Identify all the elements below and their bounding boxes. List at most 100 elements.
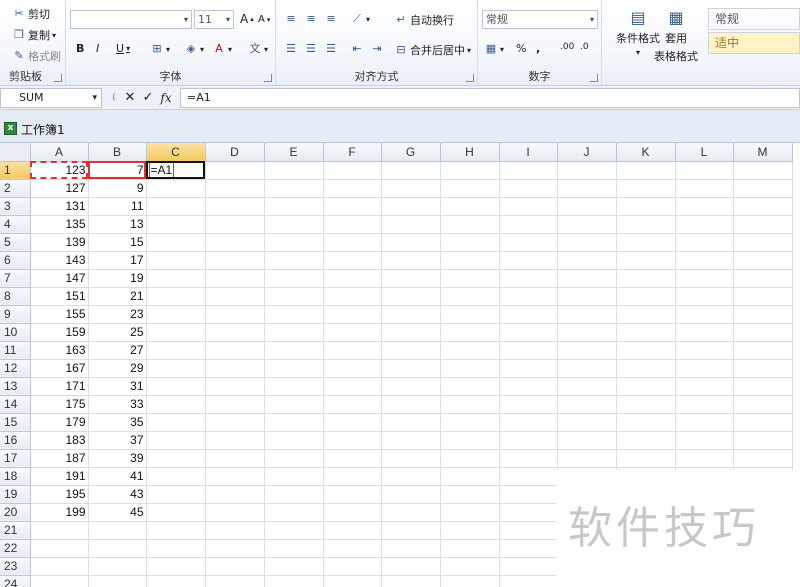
shrink-font-button[interactable]: A ▾ bbox=[258, 14, 270, 25]
cell-a10[interactable]: 159 bbox=[30, 323, 89, 342]
cell-g21[interactable] bbox=[381, 521, 441, 540]
cell-j17[interactable] bbox=[557, 449, 617, 468]
cell-i5[interactable] bbox=[499, 233, 558, 252]
cell-c12[interactable] bbox=[146, 359, 206, 378]
align-center-button[interactable]: ☰ bbox=[304, 42, 318, 56]
cell-f6[interactable] bbox=[323, 251, 382, 270]
cell-g1[interactable] bbox=[381, 161, 441, 180]
cell-e1[interactable] bbox=[264, 161, 324, 180]
cell-f3[interactable] bbox=[323, 197, 382, 216]
cell-d5[interactable] bbox=[205, 233, 265, 252]
cell-h14[interactable] bbox=[440, 395, 500, 414]
bold-button[interactable]: B bbox=[76, 42, 84, 55]
orientation-button[interactable]: ⟋ ▾ bbox=[350, 12, 370, 26]
cell-d13[interactable] bbox=[205, 377, 265, 396]
cell-a9[interactable]: 155 bbox=[30, 305, 89, 324]
cell-c9[interactable] bbox=[146, 305, 206, 324]
name-box[interactable]: SUM ▾ bbox=[0, 88, 102, 108]
cell-l9[interactable] bbox=[675, 305, 734, 324]
cell-e9[interactable] bbox=[264, 305, 324, 324]
cell-f12[interactable] bbox=[323, 359, 382, 378]
cell-k4[interactable] bbox=[616, 215, 676, 234]
cell-h13[interactable] bbox=[440, 377, 500, 396]
cell-e22[interactable] bbox=[264, 539, 324, 558]
cell-e12[interactable] bbox=[264, 359, 324, 378]
cell-d3[interactable] bbox=[205, 197, 265, 216]
cell-m10[interactable] bbox=[733, 323, 793, 342]
cell-a2[interactable]: 127 bbox=[30, 179, 89, 198]
cell-g11[interactable] bbox=[381, 341, 441, 360]
row-header-21[interactable]: 21 bbox=[0, 521, 31, 540]
cell-b9[interactable]: 23 bbox=[88, 305, 147, 324]
cell-g24[interactable] bbox=[381, 575, 441, 587]
cell-i18[interactable] bbox=[499, 467, 558, 486]
row-header-14[interactable]: 14 bbox=[0, 395, 31, 414]
cell-b18[interactable]: 41 bbox=[88, 467, 147, 486]
cell-c1[interactable]: =A1 bbox=[146, 161, 206, 180]
cell-m1[interactable] bbox=[733, 161, 793, 180]
cell-a23[interactable] bbox=[30, 557, 89, 576]
cell-i17[interactable] bbox=[499, 449, 558, 468]
alignment-launcher-icon[interactable] bbox=[466, 74, 474, 82]
cell-a15[interactable]: 179 bbox=[30, 413, 89, 432]
row-header-18[interactable]: 18 bbox=[0, 467, 31, 486]
cell-i24[interactable] bbox=[499, 575, 558, 587]
copy-button[interactable]: ❐ 复制 ▾ bbox=[12, 27, 56, 43]
cell-h23[interactable] bbox=[440, 557, 500, 576]
cell-d12[interactable] bbox=[205, 359, 265, 378]
fill-color-button[interactable]: ◈ ▾ bbox=[184, 42, 204, 56]
font-color-button[interactable]: A ▾ bbox=[212, 42, 232, 56]
row-header-15[interactable]: 15 bbox=[0, 413, 31, 432]
cell-a6[interactable]: 143 bbox=[30, 251, 89, 270]
cell-g14[interactable] bbox=[381, 395, 441, 414]
style-neutral[interactable]: 适中 bbox=[708, 32, 800, 54]
cell-c4[interactable] bbox=[146, 215, 206, 234]
number-format-combo[interactable]: 常规 ▾ bbox=[482, 10, 598, 29]
cell-b16[interactable]: 37 bbox=[88, 431, 147, 450]
cell-i20[interactable] bbox=[499, 503, 558, 522]
cell-a4[interactable]: 135 bbox=[30, 215, 89, 234]
cell-j1[interactable] bbox=[557, 161, 617, 180]
formula-input[interactable]: =A1 bbox=[180, 88, 800, 108]
cell-c16[interactable] bbox=[146, 431, 206, 450]
cell-f21[interactable] bbox=[323, 521, 382, 540]
cell-e8[interactable] bbox=[264, 287, 324, 306]
cell-l14[interactable] bbox=[675, 395, 734, 414]
cell-f19[interactable] bbox=[323, 485, 382, 504]
cell-j4[interactable] bbox=[557, 215, 617, 234]
cell-d20[interactable] bbox=[205, 503, 265, 522]
cell-e6[interactable] bbox=[264, 251, 324, 270]
cell-m16[interactable] bbox=[733, 431, 793, 450]
align-top-button[interactable]: ≡ bbox=[284, 12, 298, 26]
cell-g22[interactable] bbox=[381, 539, 441, 558]
cell-c13[interactable] bbox=[146, 377, 206, 396]
cell-i19[interactable] bbox=[499, 485, 558, 504]
cell-g8[interactable] bbox=[381, 287, 441, 306]
cell-i21[interactable] bbox=[499, 521, 558, 540]
align-middle-button[interactable]: ≡ bbox=[304, 12, 318, 26]
cell-l1[interactable] bbox=[675, 161, 734, 180]
cell-e18[interactable] bbox=[264, 467, 324, 486]
cell-l6[interactable] bbox=[675, 251, 734, 270]
column-header-c[interactable]: C bbox=[146, 143, 206, 162]
column-header-f[interactable]: F bbox=[323, 143, 382, 162]
cell-g7[interactable] bbox=[381, 269, 441, 288]
row-header-12[interactable]: 12 bbox=[0, 359, 31, 378]
row-header-22[interactable]: 22 bbox=[0, 539, 31, 558]
cell-c10[interactable] bbox=[146, 323, 206, 342]
cell-l5[interactable] bbox=[675, 233, 734, 252]
cell-b19[interactable]: 43 bbox=[88, 485, 147, 504]
cell-i15[interactable] bbox=[499, 413, 558, 432]
cell-f11[interactable] bbox=[323, 341, 382, 360]
row-header-13[interactable]: 13 bbox=[0, 377, 31, 396]
cell-c15[interactable] bbox=[146, 413, 206, 432]
cell-e3[interactable] bbox=[264, 197, 324, 216]
cell-i4[interactable] bbox=[499, 215, 558, 234]
cell-m3[interactable] bbox=[733, 197, 793, 216]
cell-b14[interactable]: 33 bbox=[88, 395, 147, 414]
cell-m6[interactable] bbox=[733, 251, 793, 270]
cell-l3[interactable] bbox=[675, 197, 734, 216]
cell-k12[interactable] bbox=[616, 359, 676, 378]
cell-c17[interactable] bbox=[146, 449, 206, 468]
cell-d8[interactable] bbox=[205, 287, 265, 306]
